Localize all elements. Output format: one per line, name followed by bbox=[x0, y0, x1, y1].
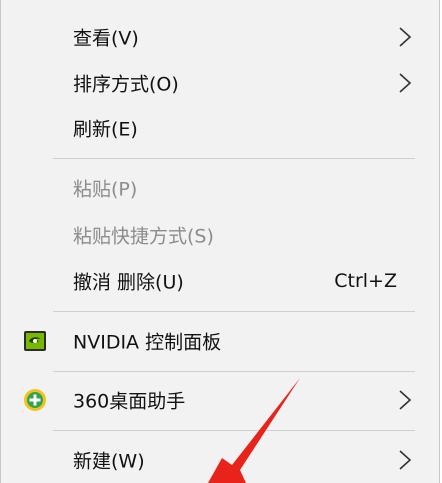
menu-item-view[interactable]: 查看(V) bbox=[1, 14, 439, 60]
chevron-right-icon bbox=[399, 390, 412, 410]
menu-item-sort-by[interactable]: 排序方式(O) bbox=[1, 60, 439, 106]
menu-item-label: 新建(W) bbox=[73, 450, 145, 473]
menu-item-label: 粘贴(P) bbox=[73, 178, 138, 201]
menu-item-undo-delete[interactable]: 撤消 删除(U) Ctrl+Z bbox=[1, 258, 439, 304]
menu-item-label: 排序方式(O) bbox=[73, 73, 179, 96]
shortcut-label: Ctrl+Z bbox=[334, 270, 397, 292]
chevron-right-icon bbox=[399, 450, 412, 470]
chevron-right-icon bbox=[399, 27, 412, 47]
menu-separator bbox=[53, 311, 415, 312]
menu-separator bbox=[53, 430, 415, 431]
menu-item-label: NVIDIA 控制面板 bbox=[73, 331, 222, 354]
menu-item-paste: 粘贴(P) bbox=[1, 165, 439, 211]
360-icon bbox=[24, 389, 46, 411]
menu-item-refresh[interactable]: 刷新(E) bbox=[1, 105, 439, 151]
menu-item-label: 查看(V) bbox=[73, 27, 139, 50]
chevron-right-icon bbox=[399, 73, 412, 93]
menu-item-label: 粘贴快捷方式(S) bbox=[73, 225, 214, 248]
menu-separator bbox=[53, 158, 415, 159]
menu-item-label: 撤消 删除(U) bbox=[73, 271, 184, 294]
menu-item-label: 刷新(E) bbox=[73, 118, 138, 141]
menu-item-360-desktop-assistant[interactable]: 360桌面助手 bbox=[1, 377, 439, 423]
nvidia-icon bbox=[24, 331, 46, 351]
context-menu: 查看(V) 排序方式(O) 刷新(E) 粘贴(P) 粘贴快捷方式(S) 撤消 删… bbox=[0, 0, 440, 483]
menu-item-new[interactable]: 新建(W) bbox=[1, 437, 439, 483]
menu-item-label: 360桌面助手 bbox=[73, 390, 186, 413]
menu-item-nvidia-control-panel[interactable]: NVIDIA 控制面板 bbox=[1, 318, 439, 364]
menu-item-paste-shortcut: 粘贴快捷方式(S) bbox=[1, 212, 439, 258]
menu-separator bbox=[53, 371, 415, 372]
